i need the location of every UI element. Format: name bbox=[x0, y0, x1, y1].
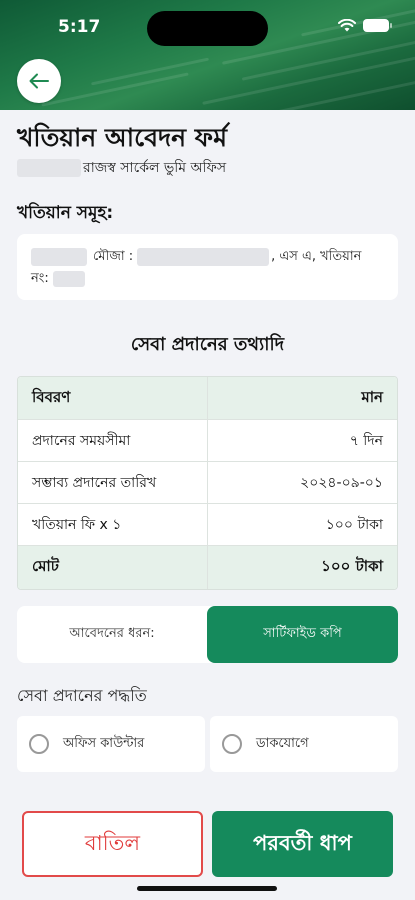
page-title: খতিয়ান আবেদন ফর্ম bbox=[17, 123, 227, 152]
status-icons bbox=[338, 19, 392, 32]
redacted-field bbox=[31, 248, 87, 266]
table-total-row: মোট ১০০ টাকা bbox=[18, 545, 397, 589]
row-label: সম্ভাব্য প্রদানের তারিখ bbox=[18, 462, 208, 503]
total-value: ১০০ টাকা bbox=[321, 557, 383, 575]
number-label: নং: bbox=[31, 271, 49, 286]
row-value: ১০০ টাকা bbox=[325, 516, 383, 533]
application-type-selector: আবেদনের ধরন: সার্টিফাইড কপি bbox=[17, 606, 398, 663]
cancel-button[interactable]: বাতিল bbox=[22, 811, 203, 877]
table-header-row: বিবরণ মান bbox=[18, 377, 397, 419]
radio-icon[interactable] bbox=[222, 734, 242, 754]
home-indicator bbox=[137, 886, 277, 891]
table-row: সম্ভাব্য প্রদানের তারিখ ২০২৪-০৯-০১ bbox=[18, 461, 397, 503]
service-info-heading: সেবা প্রদানের তথ্যাদি bbox=[130, 334, 285, 355]
arrow-left-icon bbox=[29, 73, 49, 89]
column-header-value: মান bbox=[361, 387, 383, 406]
status-time: 5:17 bbox=[58, 17, 101, 37]
radio-icon[interactable] bbox=[29, 734, 49, 754]
redacted-office-name bbox=[17, 159, 81, 177]
khatian-card: মৌজা : , এস এ, খতিয়ান নং: bbox=[17, 234, 398, 300]
certified-copy-option[interactable]: সার্টিফাইড কপি bbox=[207, 606, 398, 663]
service-info-table: বিবরণ মান প্রদানের সময়সীমা ৭ দিন সম্ভাব… bbox=[17, 376, 398, 590]
redacted-mouza bbox=[137, 248, 270, 266]
table-row: প্রদানের সময়সীমা ৭ দিন bbox=[18, 419, 397, 461]
row-value: ৭ দিন bbox=[349, 432, 383, 449]
khatian-label: , এস এ, খতিয়ান bbox=[271, 249, 362, 264]
row-label: প্রদানের সময়সীমা bbox=[18, 420, 208, 461]
delivery-option-office-counter[interactable]: অফিস কাউন্টার bbox=[17, 716, 205, 772]
khatian-section-label: খতিয়ান সমূহ: bbox=[17, 203, 114, 223]
column-header-description: বিবরণ bbox=[18, 377, 208, 419]
application-type-label: আবেদনের ধরন: bbox=[69, 626, 155, 641]
row-label: খতিয়ান ফি x ১ bbox=[18, 504, 208, 545]
battery-icon bbox=[363, 19, 392, 32]
office-subtitle: রাজস্ব সার্কেল ভুমি অফিস bbox=[17, 156, 226, 180]
mouza-label: মৌজা : bbox=[93, 249, 134, 264]
redacted-number bbox=[52, 271, 85, 287]
dynamic-island bbox=[147, 11, 268, 46]
next-step-button[interactable]: পরবর্তী ধাপ bbox=[212, 811, 393, 877]
table-row: খতিয়ান ফি x ১ ১০০ টাকা bbox=[18, 503, 397, 545]
delivery-method-label: সেবা প্রদানের পদ্ধতি bbox=[17, 686, 147, 705]
subtitle-text: রাজস্ব সার্কেল ভুমি অফিস bbox=[83, 160, 227, 176]
row-value: ২০২৪-০৯-০১ bbox=[300, 474, 383, 491]
option-label: ডাকযোগে bbox=[256, 735, 309, 751]
option-label: অফিস কাউন্টার bbox=[63, 735, 145, 751]
wifi-icon bbox=[338, 19, 356, 32]
back-button[interactable] bbox=[17, 59, 61, 103]
total-label: মোট bbox=[18, 546, 208, 589]
delivery-option-post[interactable]: ডাকযোগে bbox=[210, 716, 398, 772]
